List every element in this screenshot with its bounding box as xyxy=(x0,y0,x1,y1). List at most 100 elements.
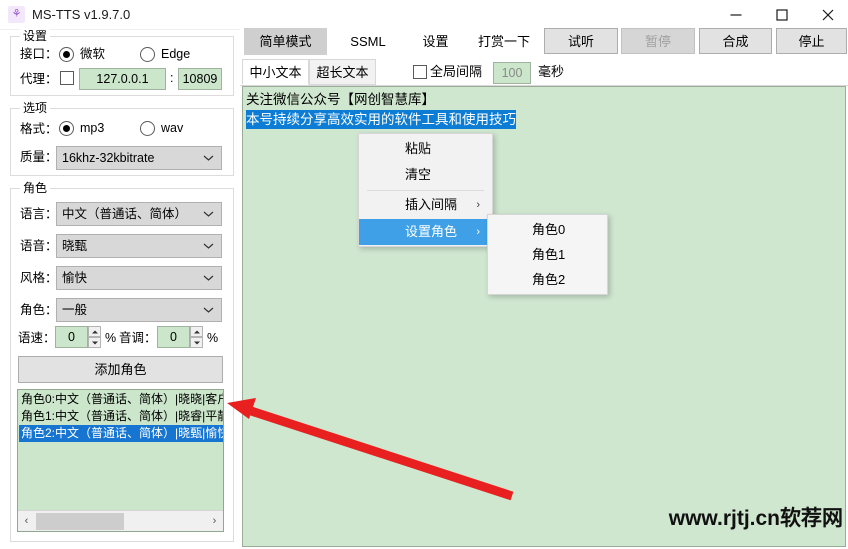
tab-ssml[interactable]: SSML xyxy=(335,28,401,55)
global-interval-checkbox[interactable] xyxy=(413,65,427,79)
scroll-right-icon[interactable]: › xyxy=(206,511,223,531)
subtab-short-text[interactable]: 中小文本 xyxy=(242,59,309,85)
role-list-item-1[interactable]: 角色1:中文（普通话、简体）|晓睿|平静|0%|0 xyxy=(19,408,223,425)
radio-interface-microsoft[interactable] xyxy=(59,47,74,62)
style-select-value: 愉快 xyxy=(62,271,88,285)
quality-select[interactable]: 16khz-32kbitrate xyxy=(56,146,222,170)
role-select[interactable]: 一般 xyxy=(56,298,222,322)
add-role-button[interactable]: 添加角色 xyxy=(18,356,223,383)
pitch-stepper[interactable] xyxy=(190,326,203,348)
submenu-item-role-2-label: 角色2 xyxy=(532,272,566,287)
radio-interface-edge-label: Edge xyxy=(161,47,191,61)
chevron-down-icon xyxy=(202,299,214,321)
context-menu-item-insert-interval-label: 插入间隔 xyxy=(405,197,458,212)
quality-label: 质量： xyxy=(20,150,58,164)
app-icon: ⚘ xyxy=(8,6,25,23)
chevron-right-icon: › xyxy=(476,199,480,211)
stop-button[interactable]: 停止 xyxy=(776,28,847,54)
voice-label: 语音： xyxy=(20,239,58,253)
tab-settings[interactable]: 设置 xyxy=(408,28,463,55)
role-group-title: 角色 xyxy=(20,181,51,195)
scrollbar-thumb[interactable] xyxy=(36,513,124,530)
chevron-down-icon xyxy=(202,267,214,289)
proxy-checkbox[interactable] xyxy=(60,71,74,85)
context-menu: 粘贴 清空 插入间隔 › 设置角色 › xyxy=(358,133,493,247)
role-listbox[interactable]: 角色0:中文（普通话、简体）|晓晓|客户服务|( 角色1:中文（普通话、简体）|… xyxy=(17,389,224,532)
radio-format-wav[interactable] xyxy=(140,121,155,136)
radio-format-mp3-label: mp3 xyxy=(80,121,105,135)
context-menu-item-clear[interactable]: 清空 xyxy=(359,162,492,188)
tab-simple-mode[interactable]: 简单模式 xyxy=(244,28,327,55)
context-menu-separator xyxy=(367,190,484,191)
scroll-left-icon[interactable]: ‹ xyxy=(18,511,35,531)
submenu-item-role-1[interactable]: 角色1 xyxy=(488,242,607,267)
radio-interface-microsoft-label: 微软 xyxy=(80,47,106,61)
context-menu-item-clear-label: 清空 xyxy=(405,167,432,182)
radio-interface-edge[interactable] xyxy=(140,47,155,62)
rate-stepper-down[interactable] xyxy=(88,337,101,348)
rate-stepper[interactable] xyxy=(88,326,101,348)
pitch-label: 音调： xyxy=(119,331,157,345)
submenu-item-role-0-label: 角色0 xyxy=(532,222,566,237)
role-list-item-0[interactable]: 角色0:中文（普通话、简体）|晓晓|客户服务|( xyxy=(19,391,223,408)
pitch-unit: % xyxy=(207,331,219,345)
synthesize-button[interactable]: 合成 xyxy=(699,28,772,54)
pitch-stepper-down[interactable] xyxy=(190,337,203,348)
tab-donate[interactable]: 打赏一下 xyxy=(468,28,540,55)
quality-select-value: 16khz-32kbitrate xyxy=(62,151,155,165)
radio-format-wav-label: wav xyxy=(161,121,184,135)
sub-tabstrip: 中小文本 超长文本 全局间隔 100 毫秒 xyxy=(240,55,848,86)
context-submenu-roles: 角色0 角色1 角色2 xyxy=(487,214,608,295)
radio-format-mp3[interactable] xyxy=(59,121,74,136)
context-menu-item-paste[interactable]: 粘贴 xyxy=(359,136,492,162)
proxy-port-input[interactable]: 10809 xyxy=(178,68,222,90)
main-tabstrip: 简单模式 SSML 设置 打赏一下 试听 暂停 合成 停止 xyxy=(240,25,848,55)
global-interval-input[interactable]: 100 xyxy=(493,62,531,84)
language-select[interactable]: 中文（普通话、简体） xyxy=(56,202,222,226)
role-select-value: 一般 xyxy=(62,303,88,317)
pitch-input[interactable]: 0 xyxy=(157,326,190,348)
chevron-down-icon xyxy=(202,235,214,257)
voice-select-value: 晓甄 xyxy=(62,239,88,253)
pause-button[interactable]: 暂停 xyxy=(621,28,695,54)
subtab-long-text[interactable]: 超长文本 xyxy=(309,59,376,85)
context-menu-item-set-role-label: 设置角色 xyxy=(405,224,458,239)
preview-button[interactable]: 试听 xyxy=(544,28,618,54)
submenu-item-role-2[interactable]: 角色2 xyxy=(488,267,607,292)
context-menu-item-set-role[interactable]: 设置角色 › xyxy=(359,219,492,245)
text-line-0[interactable]: 关注微信公众号【网创智慧库】 xyxy=(246,90,435,109)
proxy-label: 代理： xyxy=(20,72,58,86)
rate-input[interactable]: 0 xyxy=(55,326,88,348)
submenu-item-role-1-label: 角色1 xyxy=(532,247,566,262)
pitch-stepper-up[interactable] xyxy=(190,326,203,337)
voice-select[interactable]: 晓甄 xyxy=(56,234,222,258)
chevron-down-icon xyxy=(202,203,214,225)
chevron-right-icon: › xyxy=(476,226,480,238)
proxy-host-input[interactable]: 127.0.0.1 xyxy=(79,68,166,90)
style-select[interactable]: 愉快 xyxy=(56,266,222,290)
language-select-value: 中文（普通话、简体） xyxy=(62,207,188,221)
submenu-item-role-0[interactable]: 角色0 xyxy=(488,217,607,242)
settings-group-title: 设置 xyxy=(20,29,51,43)
role-label: 角色： xyxy=(20,303,58,317)
text-editor[interactable]: 关注微信公众号【网创智慧库】 本号持续分享高效实用的软件工具和使用技巧 www.… xyxy=(242,86,846,547)
text-line-1-selected[interactable]: 本号持续分享高效实用的软件工具和使用技巧 xyxy=(246,110,516,129)
options-group-title: 选项 xyxy=(20,101,51,115)
rate-unit: % xyxy=(105,331,117,345)
format-label: 格式： xyxy=(20,122,58,136)
watermark-text: www.rjtj.cn软荐网 xyxy=(668,507,843,530)
context-menu-item-paste-label: 粘贴 xyxy=(405,141,432,156)
role-list-hscrollbar[interactable]: ‹ › xyxy=(18,510,223,531)
style-label: 风格： xyxy=(20,271,58,285)
language-label: 语言： xyxy=(20,207,58,221)
rate-stepper-up[interactable] xyxy=(88,326,101,337)
global-interval-label: 全局间隔 xyxy=(430,64,483,79)
proxy-separator: : xyxy=(170,71,174,85)
rate-label: 语速： xyxy=(18,331,56,345)
context-menu-item-insert-interval[interactable]: 插入间隔 › xyxy=(359,192,492,218)
global-interval-unit: 毫秒 xyxy=(538,64,565,79)
window-title: MS-TTS v1.9.7.0 xyxy=(32,7,131,22)
role-list-item-2[interactable]: 角色2:中文（普通话、简体）|晓甄|愉快|0%|0 xyxy=(19,425,223,442)
chevron-down-icon xyxy=(202,147,214,169)
interface-label: 接口： xyxy=(20,47,58,61)
